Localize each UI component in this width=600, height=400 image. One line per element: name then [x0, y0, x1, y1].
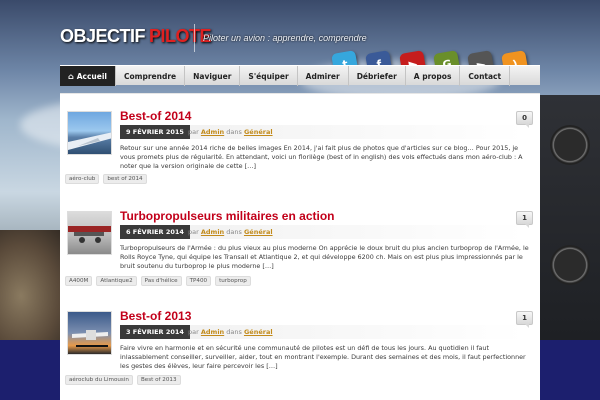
nav-contact[interactable]: Contact: [460, 66, 511, 86]
logo-word-objectif: OBJECTIF: [60, 26, 146, 46]
post-tags: aéroclub du Limousin Best of 2013: [65, 375, 181, 385]
comment-count[interactable]: 1: [516, 311, 533, 328]
gauge-icon: [550, 125, 590, 165]
tag-link[interactable]: A400M: [65, 276, 93, 286]
nav-label: Naviguer: [193, 71, 232, 81]
post-author[interactable]: Admin: [201, 128, 224, 136]
tag-link[interactable]: TP400: [185, 276, 212, 286]
logo-separator: [194, 24, 195, 52]
tag-link[interactable]: Best of 2013: [136, 375, 181, 385]
home-icon: ⌂: [68, 71, 74, 81]
nav-label: A propos: [413, 71, 452, 81]
instrument-panel: [538, 95, 600, 340]
post-list: Best-of 2014 9 FÉVRIER 2015 par Admin da…: [60, 93, 540, 400]
site-logo[interactable]: OBJECTIF PILOTE: [60, 26, 212, 47]
tag-link[interactable]: aéro-club: [65, 174, 100, 184]
post-date: 6 FÉVRIER 2014: [120, 225, 190, 239]
comment-count[interactable]: 1: [516, 211, 533, 228]
tag-link[interactable]: aéroclub du Limousin: [65, 375, 133, 385]
post-author[interactable]: Admin: [201, 228, 224, 236]
byline-in: dans: [226, 328, 242, 336]
post-excerpt: Retour sur une année 2014 riche de belle…: [120, 144, 523, 170]
nav-accueil[interactable]: ⌂ Accueil: [60, 66, 116, 86]
post-excerpt: Turbopropulseurs de l'Armée : du plus vi…: [120, 244, 529, 270]
post-date: 3 FÉVRIER 2014: [120, 325, 190, 339]
nav-label: Comprendre: [124, 71, 177, 81]
post-category[interactable]: Général: [244, 328, 273, 336]
nav-admirer[interactable]: Admirer: [298, 66, 349, 86]
post-byline: par Admin dans Général: [188, 328, 273, 336]
post-title[interactable]: Best-of 2013: [120, 309, 191, 323]
tag-link[interactable]: Atlantique2: [96, 276, 137, 286]
post-title[interactable]: Best-of 2014: [120, 109, 191, 123]
post-tags: A400M Atlantique2 Pas d'hélice TP400 tur…: [65, 276, 251, 286]
nav-comprendre[interactable]: Comprendre: [116, 66, 186, 86]
nav-label: Contact: [468, 71, 502, 81]
byline-by: par: [188, 128, 199, 136]
byline-by: par: [188, 328, 199, 336]
post-thumbnail[interactable]: [67, 111, 112, 155]
post-byline: par Admin dans Général: [188, 228, 273, 236]
site-tagline: Piloter un avion : apprendre, comprendre: [203, 33, 367, 43]
post-date: 9 FÉVRIER 2015: [120, 125, 190, 139]
nav-label: Admirer: [305, 71, 340, 81]
tag-link[interactable]: turboprop: [215, 276, 251, 286]
post-author[interactable]: Admin: [201, 328, 224, 336]
post-category[interactable]: Général: [244, 228, 273, 236]
logo-word-pilote: PILOTE: [149, 26, 212, 46]
comment-count[interactable]: 0: [516, 111, 533, 128]
nav-label: Débriefer: [356, 71, 397, 81]
tag-link[interactable]: best of 2014: [103, 174, 147, 184]
byline-in: dans: [226, 128, 242, 136]
byline-in: dans: [226, 228, 242, 236]
gauge-icon: [550, 245, 590, 285]
aircraft-wing-image: [68, 132, 111, 150]
nav-debriefer[interactable]: Débriefer: [349, 66, 406, 86]
post-tags: aéro-club best of 2014: [65, 174, 147, 184]
nav-label: S'équiper: [248, 71, 289, 81]
byline-by: par: [188, 228, 199, 236]
tag-link[interactable]: Pas d'hélice: [140, 276, 182, 286]
post-meta: 9 FÉVRIER 2015 par Admin dans Général: [120, 125, 525, 139]
post-excerpt: Faire vivre en harmonie et en sécurité u…: [120, 344, 526, 370]
nav-a-propos[interactable]: A propos: [406, 66, 461, 86]
nav-naviguer[interactable]: Naviguer: [185, 66, 241, 86]
post-meta: 3 FÉVRIER 2014 par Admin dans Général: [120, 325, 525, 339]
nav-label: Accueil: [76, 71, 107, 81]
main-nav: ⌂ Accueil Comprendre Naviguer S'équiper …: [60, 65, 540, 86]
post-category[interactable]: Général: [244, 128, 273, 136]
post-meta: 6 FÉVRIER 2014 par Admin dans Général: [120, 225, 525, 239]
nav-sequiper[interactable]: S'équiper: [240, 66, 298, 86]
post-title[interactable]: Turbopropulseurs militaires en action: [120, 209, 334, 223]
post-byline: par Admin dans Général: [188, 128, 273, 136]
